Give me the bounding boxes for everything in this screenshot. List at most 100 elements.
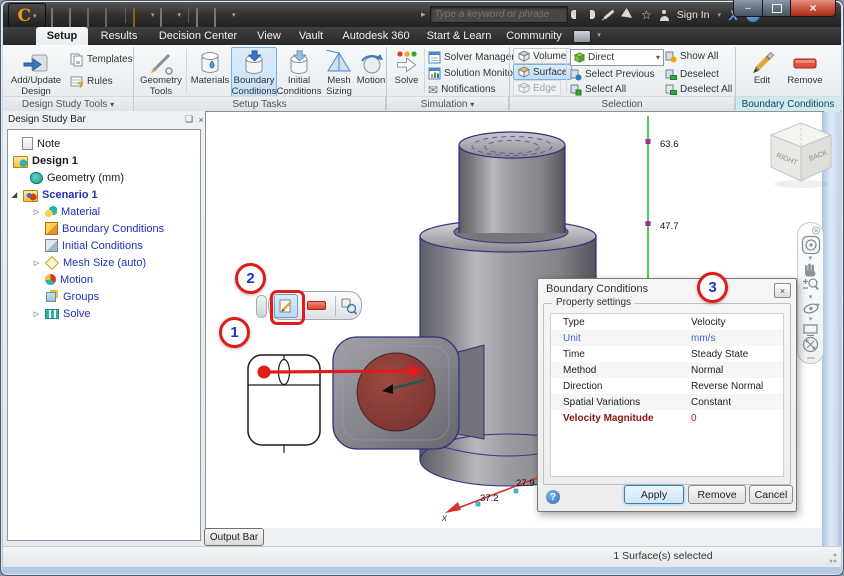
solver-manager-button[interactable]: Solver Manager — [428, 50, 515, 65]
tree-item-groups[interactable]: Groups — [8, 288, 200, 305]
tabrow-dropdown-icon[interactable]: ▾ — [593, 27, 605, 45]
tab-decision-center[interactable]: Decision Center — [151, 27, 245, 45]
remove-boundary-condition-button[interactable]: Remove — [781, 47, 829, 98]
geometry-tools-button[interactable]: Geometry Tools — [136, 47, 186, 98]
dialog-close-button[interactable]: × — [774, 283, 791, 298]
save-icon[interactable] — [87, 8, 89, 27]
tree-item-material[interactable]: ▷ Material — [8, 203, 200, 220]
tree-item-mesh-size[interactable]: ▷ Mesh Size (auto) — [8, 254, 200, 271]
infocenter-toggle-icon[interactable] — [573, 30, 591, 43]
favorites-star-icon[interactable]: ☆ — [641, 8, 652, 22]
maximize-button[interactable] — [763, 0, 791, 17]
tree-item-solve[interactable]: ▷ Solve — [8, 305, 200, 322]
navbar-close-icon[interactable] — [800, 226, 821, 235]
fit-view-icon[interactable] — [802, 336, 819, 353]
tab-community[interactable]: Community — [502, 27, 566, 45]
search-input[interactable] — [430, 6, 568, 23]
selected-inlet-surface[interactable] — [357, 353, 435, 431]
tree-item-note[interactable]: Note — [8, 135, 200, 152]
property-row-unit[interactable]: Unit mm/s — [551, 330, 783, 346]
property-row-direction[interactable]: Direction Reverse Normal — [551, 378, 783, 394]
materials-button[interactable]: Materials — [188, 47, 232, 98]
tree-item-motion[interactable]: Motion — [8, 271, 200, 288]
tab-setup[interactable]: Setup — [36, 27, 88, 45]
steering-wheel-icon[interactable] — [801, 235, 821, 255]
subscription-wrench-icon[interactable] — [603, 9, 614, 19]
collapse-caret-icon[interactable]: ▷ — [32, 259, 41, 267]
rules-button[interactable]: Rules — [70, 74, 113, 89]
navbar-dropdown-icon[interactable]: ▾ — [809, 316, 813, 323]
tab-results[interactable]: Results — [93, 27, 145, 45]
minimize-button[interactable]: – — [733, 0, 763, 17]
select-volume-button[interactable]: Volume — [513, 48, 571, 64]
sign-in-dropdown-icon[interactable]: ▾ — [717, 11, 721, 19]
look-at-icon[interactable] — [802, 323, 819, 337]
tab-autodesk-360[interactable]: Autodesk 360 — [336, 27, 416, 45]
summary-table-icon[interactable] — [214, 8, 216, 27]
remove-boundary-condition-mini-icon[interactable] — [307, 301, 326, 310]
tree-item-boundary-conditions[interactable]: Boundary Conditions — [8, 220, 200, 237]
property-row-method[interactable]: Method Normal — [551, 362, 783, 378]
collapse-caret-icon[interactable]: ▷ — [32, 310, 41, 318]
group-label-design-study-tools[interactable]: Design Study Tools ▾ — [3, 96, 134, 112]
communication-center-icon[interactable] — [621, 8, 635, 22]
property-row-time[interactable]: Time Steady State — [551, 346, 783, 362]
deselect-all-button[interactable]: Deselect All — [665, 82, 732, 97]
initial-conditions-button[interactable]: Initial Conditions — [276, 47, 322, 98]
collapse-caret-icon[interactable]: ▷ — [32, 208, 41, 216]
search-binoculars-icon[interactable] — [571, 10, 595, 19]
save-as-icon[interactable] — [105, 8, 107, 27]
zoom-icon[interactable] — [802, 277, 819, 294]
search-prev-icon[interactable]: ▸ — [421, 9, 426, 20]
model-inlet-port[interactable] — [333, 337, 484, 449]
tree-item-initial-conditions[interactable]: Initial Conditions — [8, 237, 200, 254]
tree-item-design-1[interactable]: Design 1 — [8, 152, 200, 169]
group-label-simulation[interactable]: Simulation ▾ — [387, 96, 509, 112]
tree-item-scenario-1[interactable]: ◢ Scenario 1 — [8, 186, 200, 203]
tab-vault[interactable]: Vault — [291, 27, 331, 45]
mesh-sizing-button[interactable]: Mesh Sizing — [321, 47, 357, 98]
sign-in-person-icon[interactable] — [660, 16, 669, 21]
property-row-spatial-variations[interactable]: Spatial Variations Constant — [551, 394, 783, 410]
publish-dropdown-icon[interactable]: ▾ — [151, 11, 155, 19]
select-surface-button[interactable]: Surface — [513, 64, 572, 80]
review-selection-mini-icon[interactable] — [340, 297, 358, 315]
cancel-button[interactable]: Cancel — [749, 485, 793, 504]
expand-caret-icon[interactable]: ◢ — [10, 191, 19, 199]
tree-item-geometry[interactable]: Geometry (mm) — [8, 169, 200, 186]
boundary-conditions-button[interactable]: Boundary Conditions — [231, 47, 277, 98]
remove-button[interactable]: Remove — [688, 485, 746, 504]
output-bar-button[interactable]: Output Bar — [204, 528, 264, 546]
model-top-cylinder[interactable] — [459, 132, 565, 233]
motion-button[interactable]: Motion — [356, 47, 386, 98]
mini-toolbar-handle[interactable] — [256, 295, 267, 318]
navbar-collapse-icon[interactable] — [804, 353, 818, 363]
sign-in-label[interactable]: Sign In — [677, 9, 710, 21]
templates-button[interactable]: Templates — [70, 52, 133, 67]
select-previous-button[interactable]: Select Previous — [570, 67, 654, 82]
selection-mode-dropdown[interactable]: Direct ▾ — [570, 49, 664, 66]
panel-float-icon[interactable]: ❏ — [183, 114, 195, 125]
show-all-button[interactable]: Show All — [665, 49, 718, 64]
visual-style-icon[interactable] — [160, 8, 162, 27]
publish-icon[interactable] — [133, 8, 135, 27]
solve-button[interactable]: Solve — [389, 47, 424, 98]
select-edge-button[interactable]: Edge — [513, 80, 561, 96]
application-menu-button[interactable]: C ▾ — [8, 3, 46, 28]
property-row-type[interactable]: Type Velocity — [551, 314, 783, 330]
tab-view[interactable]: View — [250, 27, 288, 45]
pan-hand-icon[interactable] — [802, 262, 819, 278]
resize-grip[interactable] — [826, 553, 837, 564]
tab-start-learn[interactable]: Start & Learn — [420, 27, 498, 45]
navbar-dropdown-icon[interactable]: ▾ — [809, 294, 813, 301]
add-update-design-button[interactable]: Add/Update Design — [6, 47, 66, 98]
close-button[interactable]: × — [791, 0, 836, 17]
dialog-help-icon[interactable]: ? — [546, 490, 560, 504]
property-row-velocity-magnitude[interactable]: Velocity Magnitude 0 — [551, 410, 783, 426]
visual-style-dropdown-icon[interactable]: ▾ — [178, 11, 182, 19]
qat-overflow-icon[interactable]: ▾ — [232, 11, 236, 19]
open-file-icon[interactable] — [69, 8, 71, 27]
solution-monitor-button[interactable]: Solution Monitor — [428, 66, 516, 81]
notifications-button[interactable]: ✉ Notifications — [428, 82, 496, 97]
deselect-button[interactable]: Deselect — [665, 67, 719, 82]
